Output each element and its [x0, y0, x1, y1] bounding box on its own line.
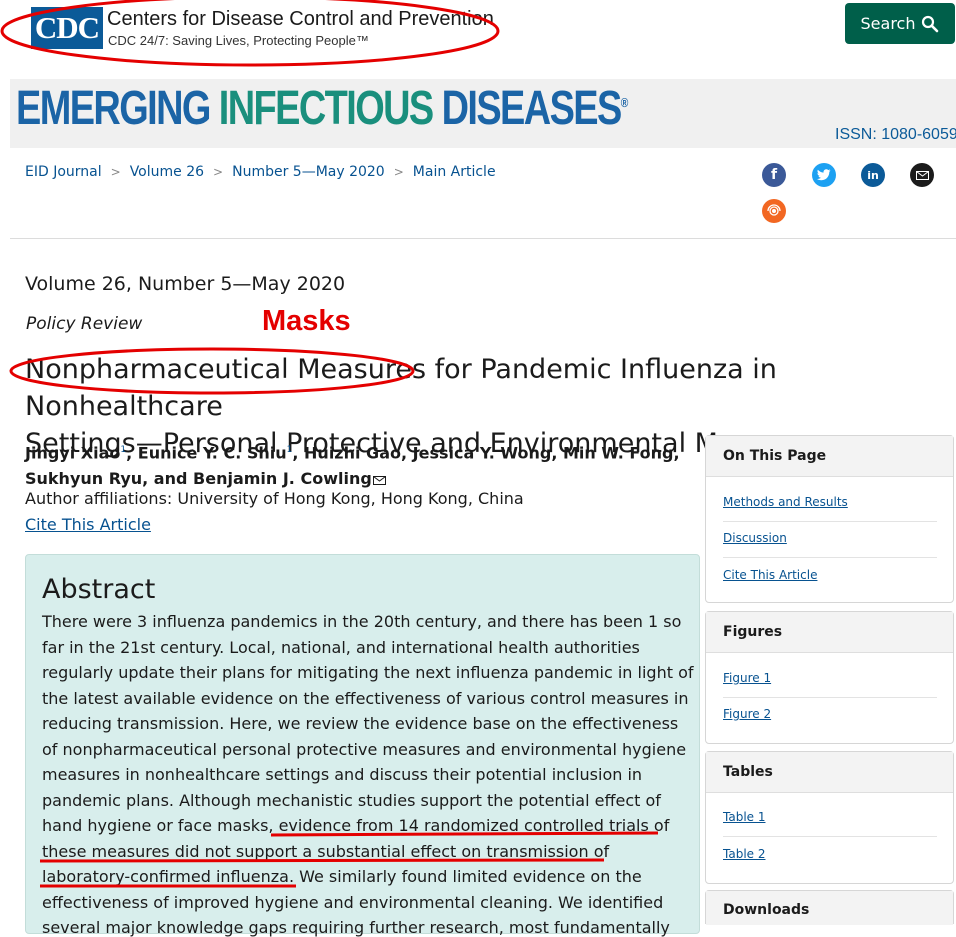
- figures-panel: Figures Figure 1 Figure 2: [705, 611, 954, 744]
- abstract-heading: Abstract: [42, 574, 156, 605]
- author[interactable]: Sukhyun Ryu: [25, 469, 142, 488]
- abstract-line: measures in nonhealthcare settings and d…: [42, 765, 643, 784]
- panel-divider: [723, 836, 937, 837]
- breadcrumb-volume[interactable]: Volume 26: [130, 164, 204, 180]
- author[interactable]: Huizhi Gao: [304, 443, 401, 462]
- search-icon: [922, 15, 939, 32]
- table-2-link[interactable]: Table 2: [723, 847, 765, 861]
- breadcrumb-separator: >: [110, 165, 121, 179]
- breadcrumb-separator: >: [213, 165, 224, 179]
- panel-heading: Figures: [706, 612, 953, 653]
- abstract-line: There were 3 influenza pandemics in the …: [42, 612, 682, 631]
- tagline: CDC 24/7: Saving Lives, Protecting Peopl…: [108, 33, 369, 48]
- envelope-icon: [915, 170, 929, 180]
- abstract-line: regularly update their plans for mitigat…: [42, 663, 694, 682]
- masks-annotation: Masks: [262, 305, 351, 337]
- issue-volume: Volume 26, Number 5—May 2020: [25, 273, 346, 295]
- org-name[interactable]: Centers for Disease Control and Preventi…: [107, 8, 494, 31]
- panel-divider: [723, 557, 937, 558]
- author[interactable]: Jingyi Xiao: [25, 443, 120, 462]
- table-1-link[interactable]: Table 1: [723, 810, 765, 824]
- toc-cite-this-article[interactable]: Cite This Article: [723, 568, 817, 582]
- abstract-line: the latest available evidence on the eff…: [42, 689, 689, 708]
- header-divider: [10, 238, 956, 239]
- issn: ISSN: 1080-6059: [835, 126, 956, 143]
- author-affiliations: Author affiliations: University of Hong …: [25, 489, 524, 508]
- twitter-icon[interactable]: [812, 163, 836, 187]
- cite-this-article-link[interactable]: Cite This Article: [25, 515, 151, 534]
- twitter-bird-icon: [817, 169, 831, 181]
- author[interactable]: Eunice Y. C. Shiu: [138, 443, 287, 462]
- author-list: Jingyi Xiao1, Eunice Y. C. Shiu1, Huizhi…: [25, 443, 680, 489]
- email-icon[interactable]: [910, 163, 934, 187]
- author[interactable]: Jessica Y. Wong: [413, 443, 552, 462]
- breadcrumb-main-article[interactable]: Main Article: [413, 164, 496, 180]
- search-label: Search: [860, 14, 916, 33]
- linkedin-icon[interactable]: in: [861, 163, 885, 187]
- facebook-icon[interactable]: f: [762, 163, 786, 187]
- syndicate-icon[interactable]: [762, 199, 786, 223]
- panel-heading: Downloads: [706, 891, 953, 925]
- abstract-line: pandemic plans. Although mechanistic stu…: [42, 791, 661, 810]
- journal-title[interactable]: EMERGING INFECTIOUS DISEASES®: [16, 81, 628, 136]
- panel-divider: [723, 697, 937, 698]
- abstract-line: these measures did not support a substan…: [42, 842, 610, 861]
- cdc-logo[interactable]: CDC: [31, 7, 103, 49]
- figure-2-link[interactable]: Figure 2: [723, 707, 771, 721]
- toc-methods-and-results[interactable]: Methods and Results: [723, 495, 848, 509]
- syndicate-glyph-icon: [767, 204, 781, 216]
- article-type: Policy Review: [26, 314, 143, 334]
- tables-panel: Tables Table 1 Table 2: [705, 751, 954, 884]
- panel-heading: On This Page: [706, 436, 953, 477]
- author[interactable]: Min W. Fong: [563, 443, 673, 462]
- toc-discussion[interactable]: Discussion: [723, 531, 787, 545]
- author-email-icon[interactable]: [372, 476, 386, 486]
- panel-heading: Tables: [706, 752, 953, 793]
- abstract-line: reducing transmission. Here, we review t…: [42, 714, 679, 733]
- figure-1-link[interactable]: Figure 1: [723, 671, 771, 685]
- abstract-line: several major knowledge gaps requiring f…: [42, 918, 670, 937]
- downloads-panel: Downloads: [705, 890, 954, 925]
- abstract-line: of nonpharmaceutical personal protective…: [42, 740, 687, 759]
- abstract-line: far in the 21st century. Local, national…: [42, 638, 640, 657]
- search-button[interactable]: Search: [845, 3, 955, 44]
- abstract-line: effectiveness of improved hygiene and en…: [42, 893, 664, 912]
- breadcrumb: EID Journal > Volume 26 > Number 5—May 2…: [25, 164, 496, 180]
- breadcrumb-eid-journal[interactable]: EID Journal: [25, 164, 102, 180]
- author[interactable]: Benjamin J. Cowling: [193, 469, 372, 488]
- abstract-line: laboratory-confirmed influenza. We simil…: [42, 867, 642, 886]
- panel-divider: [723, 521, 937, 522]
- abstract-line: hand hygiene or face masks, evidence fro…: [42, 816, 670, 835]
- breadcrumb-separator: >: [393, 165, 404, 179]
- on-this-page-panel: On This Page Methods and Results Discuss…: [705, 435, 954, 603]
- breadcrumb-number[interactable]: Number 5—May 2020: [232, 164, 385, 180]
